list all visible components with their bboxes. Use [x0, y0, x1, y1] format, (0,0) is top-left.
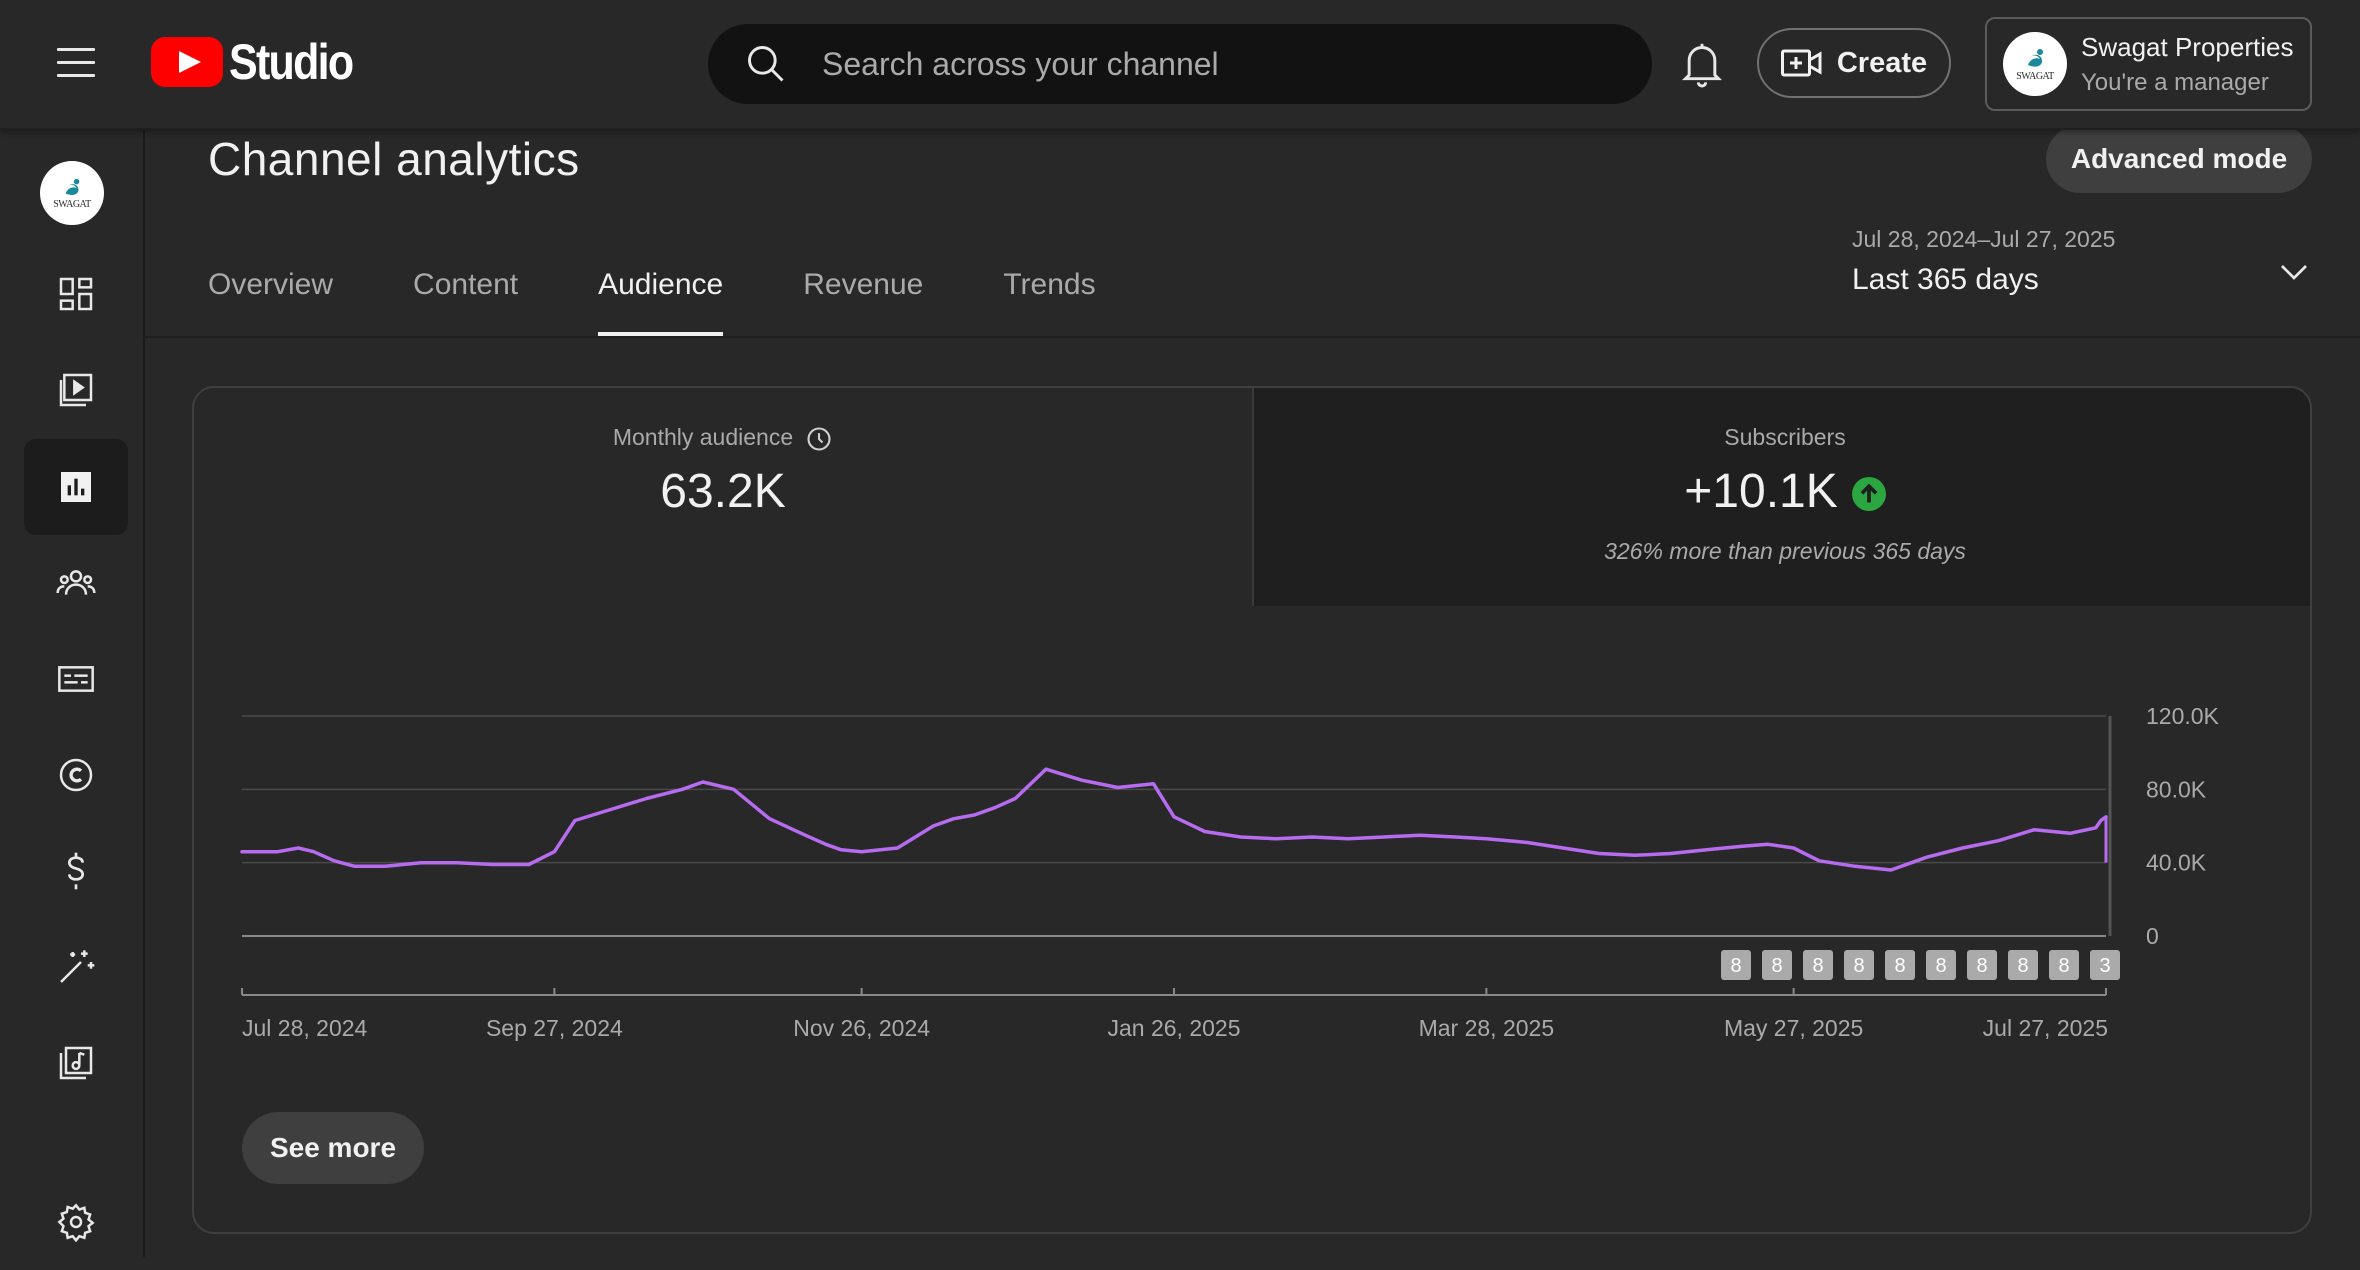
x-tick-label: Jul 27, 2025	[1983, 1015, 2108, 1041]
search-icon[interactable]	[744, 42, 788, 86]
y-tick-label: 0	[2146, 923, 2159, 949]
tab-content[interactable]: Content	[413, 268, 518, 336]
x-tick-label: Nov 26, 2024	[793, 1015, 930, 1041]
swan-logo-icon	[65, 178, 80, 195]
y-tick-label: 40.0K	[2146, 850, 2207, 876]
channel-avatar[interactable]: SWAGAT	[40, 161, 104, 225]
sidebar-item-settings[interactable]	[24, 1174, 128, 1270]
chevron-down-icon	[2281, 265, 2307, 280]
sidebar-item-subtitles[interactable]	[24, 631, 128, 727]
sidebar-item-community[interactable]	[24, 535, 128, 631]
tab-overview[interactable]: Overview	[208, 268, 333, 336]
account-name: Swagat Properties	[2081, 31, 2294, 62]
video-count-badge-label: 8	[1812, 955, 1823, 977]
swan-logo-icon	[2028, 48, 2043, 67]
y-tick-label: 120.0K	[2146, 703, 2220, 729]
y-tick-label: 80.0K	[2146, 776, 2207, 802]
create-button[interactable]: Create	[1757, 28, 1951, 98]
x-tick-label: May 27, 2025	[1724, 1015, 1863, 1041]
tabs-divider	[143, 336, 2360, 338]
notifications-bell-icon[interactable]	[1680, 40, 1724, 88]
video-count-badge-label: 8	[2017, 955, 2028, 977]
top-app-bar: Studio Create SWAGAT Swagat Properties Y…	[0, 0, 2360, 130]
x-tick-label: Jul 28, 2024	[242, 1015, 368, 1041]
sidebar-item-analytics[interactable]	[24, 439, 128, 535]
dollar-icon	[67, 852, 85, 890]
dashboard-icon	[59, 277, 93, 311]
sidebar-item-dashboard[interactable]	[24, 246, 128, 342]
sidebar-item-copyright[interactable]	[24, 727, 128, 823]
audience-line-chart: 120.0K 80.0K 40.0K 0 Jul 28, 2024 Sep 27, 202…	[240, 703, 2220, 1041]
analytics-tabs: Overview Content Audience Revenue Trends	[208, 268, 1176, 336]
video-count-badge-label: 8	[2058, 955, 2069, 977]
audience-card: Monthly audience 63.2K Subscribers +10.1…	[192, 386, 2312, 1234]
search-bar[interactable]	[708, 24, 1652, 104]
youtube-studio-logo[interactable]: Studio	[151, 34, 373, 90]
video-count-badge-label: 3	[2099, 955, 2110, 977]
x-tick-label: Jan 26, 2025	[1107, 1015, 1240, 1041]
sidebar: SWAGAT	[0, 128, 145, 1257]
subtitles-icon	[58, 666, 94, 692]
sidebar-item-audio-library[interactable]	[24, 1015, 128, 1111]
tab-trends[interactable]: Trends	[1003, 268, 1095, 336]
date-range-picker[interactable]: Jul 28, 2024–Jul 27, 2025 Last 365 days	[1852, 226, 2312, 314]
menu-icon[interactable]	[57, 48, 95, 78]
search-input[interactable]	[820, 44, 1584, 84]
date-period: Last 365 days	[1852, 263, 2039, 296]
sidebar-item-earn[interactable]	[24, 823, 128, 919]
avatar: SWAGAT	[2003, 32, 2067, 96]
community-icon	[56, 570, 96, 595]
content-icon	[59, 373, 93, 407]
account-role: You're a manager	[2081, 68, 2269, 96]
page-title: Channel analytics	[208, 133, 580, 185]
audio-library-icon	[59, 1046, 93, 1080]
x-tick-label: Mar 28, 2025	[1419, 1015, 1555, 1041]
video-count-badge-label: 8	[1730, 955, 1741, 977]
audience-series-line	[240, 767, 2108, 872]
avatar-text: SWAGAT	[2016, 70, 2054, 82]
gear-icon	[57, 1203, 95, 1242]
see-more-button[interactable]: See more	[242, 1112, 424, 1184]
tab-audience[interactable]: Audience	[598, 268, 724, 336]
advanced-mode-button[interactable]: Advanced mode	[2046, 125, 2312, 193]
x-tick-label: Sep 27, 2024	[486, 1015, 623, 1041]
create-label: Create	[1836, 46, 1928, 79]
video-count-badge-label: 8	[1853, 955, 1864, 977]
youtube-play-icon	[151, 37, 223, 87]
video-count-badge-label: 8	[1894, 955, 1905, 977]
logo-text: Studio	[229, 34, 354, 90]
video-count-badge-label: 8	[1771, 955, 1782, 977]
analytics-icon	[61, 472, 91, 502]
date-range: Jul 28, 2024–Jul 27, 2025	[1852, 226, 2116, 252]
avatar-text: SWAGAT	[53, 198, 91, 210]
magic-wand-icon	[60, 950, 95, 983]
create-video-icon	[1780, 49, 1822, 77]
account-switcher[interactable]: SWAGAT Swagat Properties You're a manage…	[1985, 17, 2312, 111]
video-count-badge-label: 8	[1935, 955, 1946, 977]
sidebar-item-content[interactable]	[24, 342, 128, 438]
video-count-badge-label: 8	[1976, 955, 1987, 977]
sidebar-item-customization[interactable]	[24, 919, 128, 1015]
copyright-icon	[59, 758, 93, 792]
tab-revenue[interactable]: Revenue	[803, 268, 923, 336]
